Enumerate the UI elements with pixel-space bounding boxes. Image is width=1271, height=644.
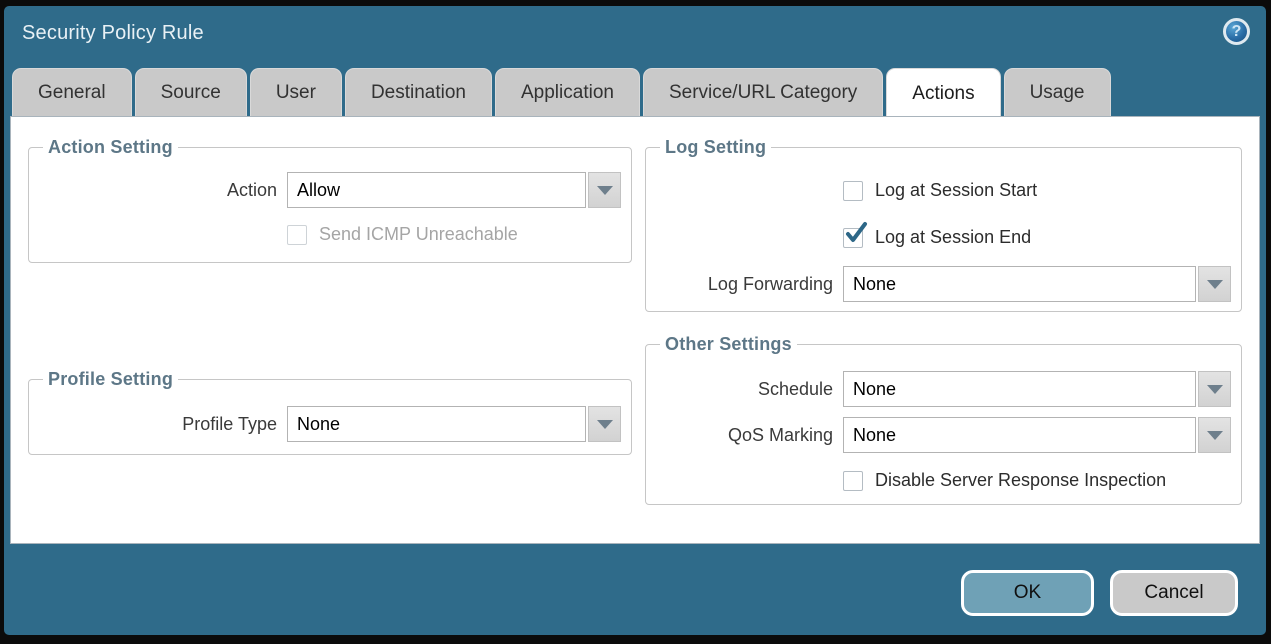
qos-marking-dropdown[interactable]: None: [843, 417, 1231, 453]
send-icmp-unreachable-label: Send ICMP Unreachable: [319, 224, 518, 245]
log-at-session-start-checkbox[interactable]: [843, 181, 863, 201]
dialog-title: Security Policy Rule: [22, 22, 204, 45]
qos-marking-row: QoS Marking None: [656, 417, 1231, 453]
chevron-down-icon: [1207, 385, 1223, 394]
schedule-dropdown-button[interactable]: [1198, 371, 1231, 407]
tab-bar: General Source User Destination Applicat…: [12, 68, 1111, 117]
cancel-button[interactable]: Cancel: [1110, 570, 1238, 616]
tab-label: User: [276, 82, 316, 104]
log-forwarding-dropdown[interactable]: None: [843, 266, 1231, 302]
help-icon[interactable]: ?: [1223, 18, 1250, 45]
schedule-label: Schedule: [656, 379, 833, 400]
log-at-session-start-label: Log at Session Start: [875, 180, 1037, 201]
cancel-button-label: Cancel: [1144, 582, 1203, 604]
actions-tab-panel: Action Setting Action Allow Send ICMP Un…: [10, 116, 1260, 544]
tab-label: Source: [161, 82, 221, 104]
profile-type-dropdown-button[interactable]: [588, 406, 621, 442]
action-dropdown[interactable]: Allow: [287, 172, 621, 208]
tab-service-url-category[interactable]: Service/URL Category: [643, 68, 883, 117]
tab-label: General: [38, 82, 106, 104]
tab-label: Actions: [912, 83, 974, 105]
log-at-session-end-checkbox[interactable]: [843, 228, 863, 248]
security-policy-rule-dialog: Security Policy Rule ? General Source Us…: [4, 6, 1266, 635]
tab-general[interactable]: General: [12, 68, 132, 117]
disable-server-response-inspection-row: Disable Server Response Inspection: [843, 470, 1231, 491]
qos-marking-label: QoS Marking: [656, 425, 833, 446]
log-at-session-start-row: Log at Session Start: [843, 180, 1231, 201]
chevron-down-icon: [597, 186, 613, 195]
schedule-dropdown[interactable]: None: [843, 371, 1231, 407]
tab-label: Application: [521, 82, 614, 104]
tab-label: Usage: [1030, 82, 1085, 104]
log-forwarding-row: Log Forwarding None: [656, 266, 1231, 302]
disable-server-response-inspection-checkbox[interactable]: [843, 471, 863, 491]
send-icmp-unreachable-row: Send ICMP Unreachable: [287, 224, 621, 245]
send-icmp-unreachable-checkbox: [287, 225, 307, 245]
screen: Security Policy Rule ? General Source Us…: [0, 0, 1271, 644]
tab-label: Destination: [371, 82, 466, 104]
other-settings-legend: Other Settings: [660, 334, 797, 355]
profile-type-row: Profile Type None: [39, 406, 621, 442]
tab-source[interactable]: Source: [135, 68, 247, 117]
other-settings-group: Other Settings Schedule None QoS Marking…: [645, 334, 1242, 505]
log-forwarding-label: Log Forwarding: [656, 274, 833, 295]
log-at-session-end-label: Log at Session End: [875, 227, 1031, 248]
tab-user[interactable]: User: [250, 68, 342, 117]
help-icon-glyph: ?: [1232, 23, 1242, 41]
qos-marking-dropdown-button[interactable]: [1198, 417, 1231, 453]
tab-actions[interactable]: Actions: [886, 68, 1000, 119]
action-setting-group: Action Setting Action Allow Send ICMP Un…: [28, 137, 632, 263]
log-setting-group: Log Setting Log at Session Start Log at …: [645, 137, 1242, 312]
disable-server-response-inspection-label: Disable Server Response Inspection: [875, 470, 1166, 491]
log-at-session-end-row: Log at Session End: [843, 227, 1231, 248]
tab-application[interactable]: Application: [495, 68, 640, 117]
tab-destination[interactable]: Destination: [345, 68, 492, 117]
schedule-dropdown-value: None: [843, 371, 1196, 407]
chevron-down-icon: [1207, 431, 1223, 440]
tab-usage[interactable]: Usage: [1004, 68, 1111, 117]
log-forwarding-dropdown-value: None: [843, 266, 1196, 302]
profile-type-dropdown[interactable]: None: [287, 406, 621, 442]
qos-marking-dropdown-value: None: [843, 417, 1196, 453]
tab-label: Service/URL Category: [669, 82, 857, 104]
profile-setting-group: Profile Setting Profile Type None: [28, 369, 632, 455]
checkmark-icon: [845, 223, 869, 247]
action-setting-legend: Action Setting: [43, 137, 178, 158]
schedule-row: Schedule None: [656, 371, 1231, 407]
chevron-down-icon: [1207, 280, 1223, 289]
action-dropdown-button[interactable]: [588, 172, 621, 208]
profile-type-dropdown-value: None: [287, 406, 586, 442]
profile-type-label: Profile Type: [39, 414, 277, 435]
action-label: Action: [39, 180, 277, 201]
ok-button[interactable]: OK: [961, 570, 1094, 616]
log-forwarding-dropdown-button[interactable]: [1198, 266, 1231, 302]
chevron-down-icon: [597, 420, 613, 429]
ok-button-label: OK: [1014, 582, 1041, 604]
profile-setting-legend: Profile Setting: [43, 369, 178, 390]
log-setting-legend: Log Setting: [660, 137, 771, 158]
action-row: Action Allow: [39, 172, 621, 208]
action-dropdown-value: Allow: [287, 172, 586, 208]
